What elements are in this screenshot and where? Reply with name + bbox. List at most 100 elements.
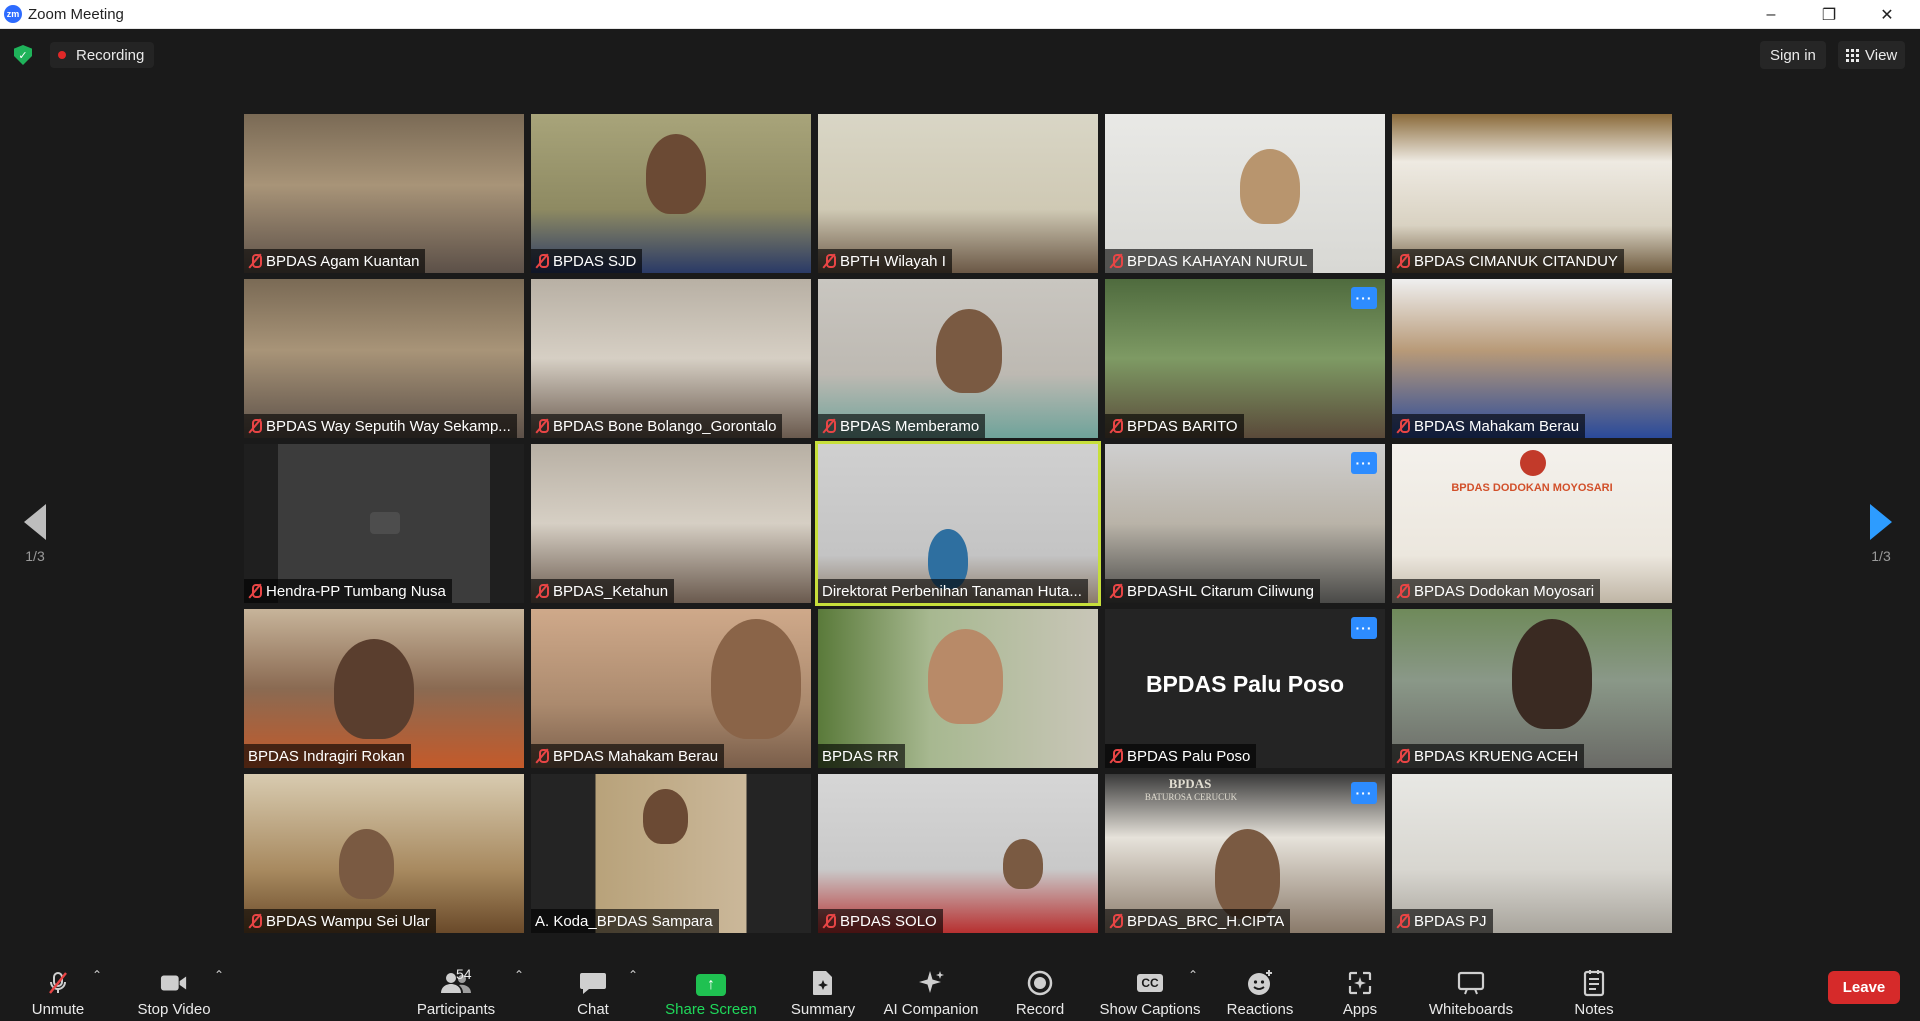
- apps-button[interactable]: Apps: [1330, 958, 1390, 1018]
- participant-namebar: BPDAS PJ: [1392, 909, 1493, 933]
- participant-figure: [334, 639, 414, 739]
- muted-microphone-icon: [822, 418, 836, 434]
- participant-tile[interactable]: A. Koda_BPDAS Sampara: [531, 774, 811, 933]
- participants-label: Participants: [416, 1001, 496, 1018]
- leave-button[interactable]: Leave: [1828, 971, 1900, 1004]
- muted-microphone-icon: [535, 583, 549, 599]
- participant-tile[interactable]: BPDAS KAHAYAN NURUL: [1105, 114, 1385, 273]
- participant-namebar: BPDAS SOLO: [818, 909, 943, 933]
- notes-button[interactable]: Notes: [1564, 958, 1624, 1018]
- restore-button[interactable]: ❐: [1800, 0, 1858, 29]
- next-page-button[interactable]: 1/3: [1864, 504, 1898, 564]
- encryption-shield-icon[interactable]: ✓: [14, 45, 32, 65]
- share-screen-label: Share Screen: [665, 1001, 757, 1018]
- audio-options-chevron-icon[interactable]: ⌃: [92, 968, 102, 982]
- recording-dot-icon: [58, 51, 66, 59]
- more-options-icon[interactable]: ···: [1351, 782, 1377, 804]
- participant-tile[interactable]: BPDAS Bone Bolango_Gorontalo: [531, 279, 811, 438]
- participant-name: BPDAS_Ketahun: [553, 582, 669, 600]
- summary-button[interactable]: Summary: [786, 958, 860, 1018]
- participant-tile[interactable]: BPDAS BATUROSA CERUCUK ··· BPDAS_BRC_H.CIPT…: [1105, 774, 1385, 933]
- minimize-button[interactable]: –: [1742, 0, 1800, 29]
- sign-in-button[interactable]: Sign in: [1760, 41, 1826, 69]
- participant-namebar: BPDAS Wampu Sei Ular: [244, 909, 436, 933]
- muted-microphone-icon: [1396, 583, 1410, 599]
- share-screen-button[interactable]: ↑ Share Screen: [662, 958, 760, 1018]
- participant-namebar: BPDAS Indragiri Rokan: [244, 744, 411, 768]
- participant-tile[interactable]: BPDAS Way Seputih Way Sekamp...: [244, 279, 524, 438]
- muted-microphone-icon: [535, 418, 549, 434]
- participant-tile[interactable]: BPDAS SJD: [531, 114, 811, 273]
- stop-video-button[interactable]: Stop Video: [134, 958, 214, 1018]
- participant-tile[interactable]: BPDAS Mahakam Berau: [1392, 279, 1672, 438]
- participant-tile[interactable]: BPDAS Agam Kuantan: [244, 114, 524, 273]
- video-options-chevron-icon[interactable]: ⌃: [214, 968, 224, 982]
- apps-icon: [1346, 970, 1374, 996]
- summary-document-icon: [809, 970, 837, 996]
- smiley-face-icon: [1246, 970, 1274, 996]
- participant-figure: [1240, 149, 1300, 224]
- wall-emblem-icon: [1520, 450, 1546, 476]
- participant-tile[interactable]: BPDAS Mahakam Berau: [531, 609, 811, 768]
- participant-tile[interactable]: ··· BPDAS BARITO: [1105, 279, 1385, 438]
- close-icon: ✕: [1880, 6, 1894, 24]
- participant-figure: [711, 619, 801, 739]
- muted-microphone-icon: [1396, 748, 1410, 764]
- chat-button[interactable]: Chat: [566, 958, 620, 1018]
- close-button[interactable]: ✕: [1858, 0, 1916, 29]
- participant-tile[interactable]: BPDAS_Ketahun: [531, 444, 811, 603]
- participant-tile[interactable]: BPDAS KRUENG ACEH: [1392, 609, 1672, 768]
- muted-microphone-icon: [1109, 748, 1123, 764]
- participant-namebar: BPDAS Memberamo: [818, 414, 986, 438]
- participant-tile[interactable]: BPDAS Memberamo: [818, 279, 1098, 438]
- notes-label: Notes: [1574, 1001, 1614, 1018]
- participant-tile[interactable]: BPDAS Palu Poso ··· BPDAS Palu Poso: [1105, 609, 1385, 768]
- participant-name: BPDAS KRUENG ACEH: [1414, 747, 1579, 765]
- muted-microphone-icon: [1396, 418, 1410, 434]
- participants-options-chevron-icon[interactable]: ⌃: [514, 968, 524, 982]
- unmute-button[interactable]: Unmute: [28, 958, 88, 1018]
- meeting-topbar: ✓ Recording Sign in View: [0, 29, 1920, 79]
- participant-tile[interactable]: BPDAS PJ: [1392, 774, 1672, 933]
- participant-tile[interactable]: BPDAS Indragiri Rokan: [244, 609, 524, 768]
- view-label: View: [1865, 46, 1898, 64]
- participant-tile[interactable]: Hendra-PP Tumbang Nusa: [244, 444, 524, 603]
- reactions-button[interactable]: Reactions: [1226, 958, 1294, 1018]
- participants-button[interactable]: 54 Participants: [408, 958, 504, 1018]
- participant-namebar: BPDAS BARITO: [1105, 414, 1244, 438]
- participant-namebar: BPDAS Mahakam Berau: [531, 744, 725, 768]
- participant-count: 54: [456, 966, 472, 982]
- whiteboards-button[interactable]: Whiteboards: [1424, 958, 1518, 1018]
- captions-badge: CC: [1137, 974, 1163, 992]
- muted-microphone-icon: [248, 418, 262, 434]
- participant-namebar: BPDAS Mahakam Berau: [1392, 414, 1586, 438]
- participant-name: BPDASHL Citarum Ciliwung: [1127, 582, 1315, 600]
- muted-microphone-icon: [248, 253, 262, 269]
- video-gallery: BPDAS Agam Kuantan BPDAS SJD BPTH Wilayah …: [244, 114, 1675, 934]
- page-indicator-right: 1/3: [1871, 548, 1891, 564]
- record-button[interactable]: Record: [1008, 958, 1072, 1018]
- recording-indicator[interactable]: Recording: [50, 42, 155, 68]
- arrow-right-icon: [1870, 504, 1892, 540]
- window-title: Zoom Meeting: [28, 5, 124, 23]
- participant-tile[interactable]: BPTH Wilayah I: [818, 114, 1098, 273]
- participant-tile[interactable]: BPDAS DODOKAN MOYOSARI BPDAS Dodokan Moyo…: [1392, 444, 1672, 603]
- more-options-icon[interactable]: ···: [1351, 452, 1377, 474]
- ai-companion-button[interactable]: AI Companion: [880, 958, 982, 1018]
- view-button[interactable]: View: [1838, 41, 1906, 69]
- participant-tile[interactable]: BPDAS SOLO: [818, 774, 1098, 933]
- participant-tile[interactable]: Direktorat Perbenihan Tanaman Huta...: [815, 441, 1101, 606]
- captions-options-chevron-icon[interactable]: ⌃: [1188, 968, 1198, 982]
- participant-name: BPDAS Mahakam Berau: [553, 747, 719, 765]
- participant-tile[interactable]: ··· BPDASHL Citarum Ciliwung: [1105, 444, 1385, 603]
- participant-name: BPDAS Dodokan Moyosari: [1414, 582, 1595, 600]
- participant-tile[interactable]: BPDAS Wampu Sei Ular: [244, 774, 524, 933]
- more-options-icon[interactable]: ···: [1351, 617, 1377, 639]
- show-captions-button[interactable]: CC Show Captions: [1096, 958, 1204, 1018]
- participant-tile[interactable]: BPDAS CIMANUK CITANDUY: [1392, 114, 1672, 273]
- chat-options-chevron-icon[interactable]: ⌃: [628, 968, 638, 982]
- participant-display-name: BPDAS Palu Poso: [1145, 671, 1345, 697]
- more-options-icon[interactable]: ···: [1351, 287, 1377, 309]
- participant-tile[interactable]: BPDAS RR: [818, 609, 1098, 768]
- previous-page-button[interactable]: 1/3: [18, 504, 52, 564]
